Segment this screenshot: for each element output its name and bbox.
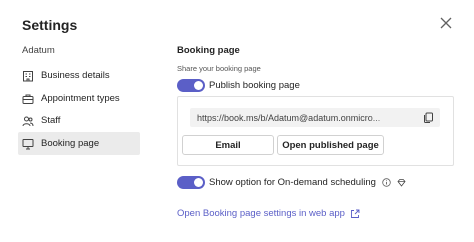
org-name: Adatum — [22, 45, 55, 56]
share-card: https://book.ms/b/Adatum@adatum.onmicro.… — [177, 96, 454, 166]
publish-toggle[interactable] — [177, 79, 205, 92]
sidebar-item-label: Staff — [41, 115, 61, 126]
ondemand-toggle[interactable] — [177, 176, 205, 189]
diamond-icon — [397, 178, 406, 187]
briefcase-icon — [22, 93, 34, 105]
building-icon — [22, 70, 34, 82]
web-link-label: Open Booking page settings in web app — [177, 208, 345, 219]
open-published-page-button[interactable]: Open published page — [277, 135, 384, 155]
sidebar-item-staff[interactable]: Staff — [18, 109, 140, 132]
ondemand-toggle-row: Show option for On-demand scheduling — [177, 176, 406, 189]
open-web-app-link[interactable]: Open Booking page settings in web app — [177, 208, 360, 219]
publish-toggle-label: Publish booking page — [209, 80, 300, 91]
url-fade — [368, 108, 418, 127]
sidebar-item-appointment-types[interactable]: Appointment types — [18, 87, 140, 110]
copy-icon[interactable] — [423, 112, 434, 123]
people-icon — [22, 115, 34, 127]
ondemand-toggle-label: Show option for On-demand scheduling — [209, 177, 376, 188]
booking-url-field[interactable]: https://book.ms/b/Adatum@adatum.onmicro.… — [190, 108, 440, 127]
publish-toggle-row: Publish booking page — [177, 79, 300, 92]
share-label: Share your booking page — [177, 64, 261, 73]
external-link-icon — [350, 209, 360, 219]
toggle-knob — [194, 178, 203, 187]
sidebar-item-business-details[interactable]: Business details — [18, 64, 140, 87]
close-icon[interactable] — [438, 15, 454, 31]
section-title: Booking page — [177, 45, 240, 56]
sidebar-item-label: Appointment types — [41, 93, 120, 104]
email-button[interactable]: Email — [182, 135, 274, 155]
settings-title: Settings — [22, 17, 78, 33]
sidebar-item-booking-page[interactable]: Booking page — [18, 132, 140, 155]
monitor-icon — [22, 138, 34, 150]
sidebar-item-label: Booking page — [41, 138, 100, 149]
toggle-knob — [194, 81, 203, 90]
sidebar-item-label: Business details — [41, 70, 110, 81]
info-icon[interactable] — [382, 178, 391, 187]
